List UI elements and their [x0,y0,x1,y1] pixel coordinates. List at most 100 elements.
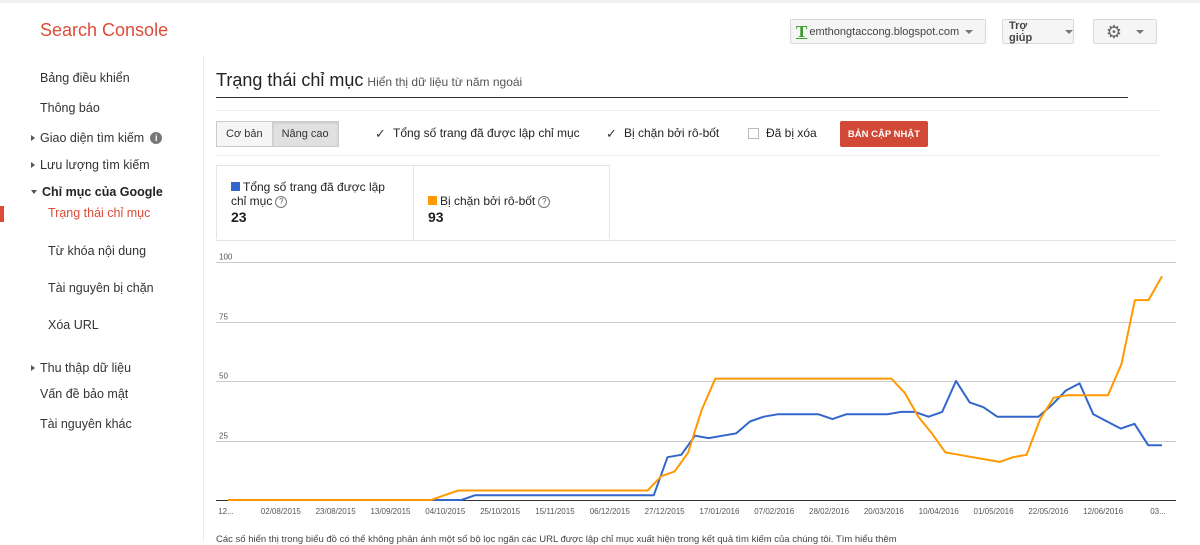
stat-value: 23 [231,209,247,225]
stat-label: Bị chặn bởi rô-bốt [440,194,536,208]
data-point [1107,395,1109,397]
data-point [598,494,600,496]
data-point [735,433,737,435]
data-point [484,490,486,492]
tab-basic[interactable]: Cơ bản [216,121,273,147]
data-point [552,490,554,492]
data-point [363,499,365,501]
checkmark-icon: ✓ [606,125,617,141]
series-swatch-orange [428,196,437,205]
sidebar-item-crawl[interactable]: Thu thập dữ liệu [31,361,131,375]
sidebar-item-messages[interactable]: Thông báo [40,101,100,115]
sidebar-item-label: Lưu lượng tìm kiếm [40,158,150,172]
sidebar-item-content-keywords[interactable]: Từ khóa nội dung [48,244,146,258]
site-favicon-icon: T [796,21,808,41]
data-point [796,378,798,380]
data-point [999,461,1001,463]
data-point [1038,416,1040,418]
data-point [667,456,669,458]
data-point [474,494,476,496]
tab-advanced[interactable]: Nâng cao [272,121,339,147]
info-icon[interactable]: i [150,132,163,144]
data-point [749,421,751,423]
data-point [639,494,641,496]
data-point [972,456,974,458]
sidebar-item-other-resources[interactable]: Tài nguyên khác [40,417,132,431]
update-button[interactable]: BẢN CẬP NHẬT [840,121,928,147]
data-point [566,490,568,492]
data-point [1051,404,1053,406]
data-point [777,414,779,416]
data-point [502,494,504,496]
series-swatch-blue [231,182,240,191]
data-point [769,378,771,380]
data-point [790,414,792,416]
data-point [653,494,655,496]
divider [216,155,1160,156]
settings-button[interactable]: ⚙ [1093,19,1157,44]
x-tick-label: 20/03/2016 [864,507,905,516]
data-point [660,475,662,477]
data-point [579,490,581,492]
data-point [336,499,338,501]
data-point [430,499,432,501]
data-point [823,378,825,380]
data-point [850,378,852,380]
data-point [845,414,847,416]
data-point [918,416,920,418]
data-point [1065,390,1067,392]
sidebar-item-search-appearance[interactable]: Giao diện tìm kiếm i [31,131,163,145]
data-point [887,414,889,416]
sidebar-item-google-index[interactable]: Chỉ mục của Google [31,185,163,199]
sidebar-item-security-issues[interactable]: Vấn đề bảo mật [40,387,128,401]
data-point [571,494,573,496]
checkbox-blocked-by-robots[interactable]: ✓ Bị chặn bởi rô-bốt [605,126,719,140]
data-point [241,499,243,501]
data-point [584,494,586,496]
sidebar-item-remove-urls[interactable]: Xóa URL [48,318,99,332]
checkbox-removed[interactable]: Đã bị xóa [748,126,817,140]
data-point [539,490,541,492]
data-point [941,411,943,413]
index-status-chart: 25 50 75 100 12... 02/08/2015 23/08/2015 13/09/… [216,240,1200,520]
data-point [268,499,270,501]
data-point [742,378,744,380]
data-point [254,499,256,501]
data-point [1024,416,1026,418]
data-point [1026,454,1028,456]
checkbox-label: Tổng số trang đã được lập chỉ mục [393,126,580,140]
data-point [516,494,518,496]
checkbox-indexed-total[interactable]: ✓ Tổng số trang đã được lập chỉ mục [374,126,580,140]
data-point [1121,364,1123,366]
data-point [1161,276,1163,278]
sidebar-item-label: Chỉ mục của Google [42,185,163,199]
stat-blocked-by-robots: Bị chặn bởi rô-bốt? 93 [414,166,611,240]
help-button[interactable]: Trợ giúp [1002,19,1074,44]
data-point [543,494,545,496]
data-point [728,378,730,380]
collapse-arrow-icon [31,190,37,194]
data-point [955,380,957,382]
expand-arrow-icon [31,162,35,168]
sidebar-item-index-status[interactable]: Trạng thái chỉ mục [48,206,150,220]
data-point [818,414,820,416]
x-tick-label: 10/04/2016 [919,507,960,516]
page-title: Trạng thái chỉ mục [216,70,364,90]
sidebar-item-blocked-resources[interactable]: Tài nguyên bị chặn [48,281,154,295]
app-title[interactable]: Search Console [40,20,168,41]
top-bar: Search Console T emthongtaccong.blogspot… [0,0,1200,56]
x-tick-label: 04/10/2015 [425,507,466,516]
sidebar-item-dashboard[interactable]: Bảng điều khiển [40,71,130,85]
help-icon[interactable]: ? [275,196,288,208]
help-icon[interactable]: ? [538,196,551,208]
sidebar-item-search-traffic[interactable]: Lưu lượng tìm kiếm [31,158,150,172]
y-tick-label: 50 [219,372,228,381]
data-point [1080,395,1082,397]
site-selector[interactable]: T emthongtaccong.blogspot.com [790,19,986,44]
active-indicator [0,206,4,222]
data-point [471,490,473,492]
data-point [969,402,971,404]
data-point [931,433,933,435]
divider [216,110,1160,111]
expand-arrow-icon [31,365,35,371]
